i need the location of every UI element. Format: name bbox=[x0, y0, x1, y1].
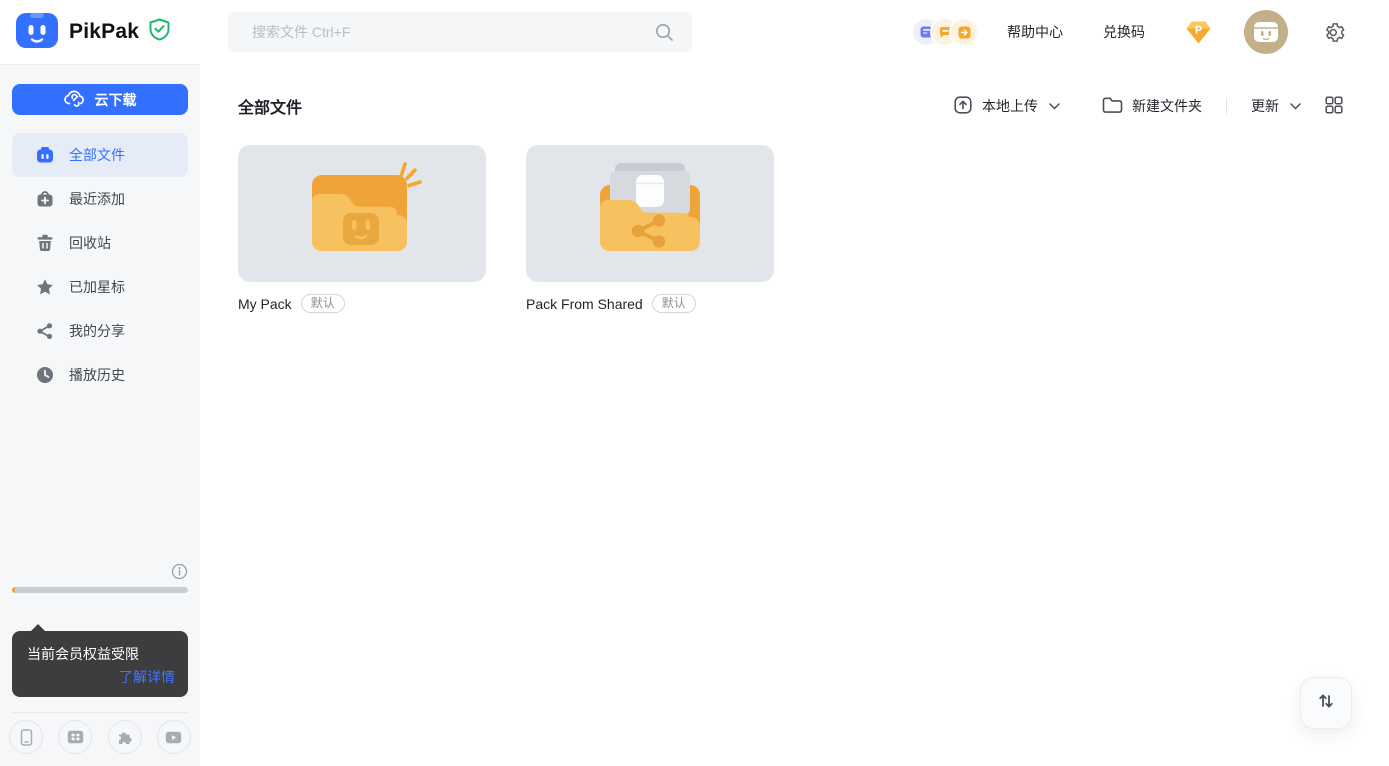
sort-arrows-icon bbox=[1315, 690, 1337, 717]
cloud-download-button[interactable]: 云下载 bbox=[12, 84, 188, 115]
storage-progress-fill bbox=[12, 587, 15, 593]
local-upload-label: 本地上传 bbox=[982, 96, 1038, 116]
update-label: 更新 bbox=[1251, 96, 1279, 116]
file-grid: My Pack 默认 bbox=[238, 145, 1389, 313]
sidebar-item-my-shares[interactable]: 我的分享 bbox=[12, 309, 188, 353]
quota-info-icon[interactable] bbox=[171, 563, 188, 585]
default-folder-icon bbox=[287, 155, 437, 272]
redeem-code-link[interactable]: 兑换码 bbox=[1103, 22, 1145, 42]
sidebar-item-label: 播放历史 bbox=[69, 365, 125, 385]
sidebar-item-label: 已加星标 bbox=[69, 277, 125, 297]
sidebar: 云下载 全部文件 最近添加 bbox=[0, 64, 200, 766]
toolbar: 本地上传 新建文件夹 更新 bbox=[953, 95, 1343, 118]
sidebar-item-label: 最近添加 bbox=[69, 189, 125, 209]
trash-icon bbox=[36, 234, 54, 252]
storage-progress-bar bbox=[12, 587, 188, 593]
cloud-download-label: 云下载 bbox=[95, 90, 137, 110]
brand-area[interactable]: PikPak bbox=[0, 8, 200, 57]
video-channel-icon[interactable] bbox=[157, 720, 191, 754]
sidebar-item-starred[interactable]: 已加星标 bbox=[12, 265, 188, 309]
sidebar-nav: 全部文件 最近添加 回收站 bbox=[0, 133, 200, 397]
sidebar-divider bbox=[12, 712, 188, 713]
default-badge: 默认 bbox=[652, 294, 696, 313]
sidebar-item-play-history[interactable]: 播放历史 bbox=[12, 353, 188, 397]
content-header: 全部文件 本地上传 bbox=[200, 64, 1389, 118]
sidebar-footer-icons bbox=[0, 720, 200, 754]
share-icon bbox=[36, 322, 54, 340]
search-input[interactable] bbox=[228, 12, 692, 52]
tooltip-title: 当前会员权益受限 bbox=[27, 644, 175, 664]
folder-thumbnail[interactable] bbox=[526, 145, 774, 282]
new-folder-label: 新建文件夹 bbox=[1132, 96, 1202, 116]
default-badge: 默认 bbox=[301, 294, 345, 313]
sidebar-item-label: 全部文件 bbox=[69, 145, 125, 165]
all-files-icon bbox=[36, 146, 54, 164]
file-meta: My Pack 默认 bbox=[238, 294, 486, 313]
cloud-link-icon bbox=[64, 90, 86, 110]
new-folder-button[interactable]: 新建文件夹 bbox=[1102, 96, 1202, 117]
svg-text:P: P bbox=[1195, 24, 1202, 36]
folder-thumbnail[interactable] bbox=[238, 145, 486, 282]
membership-tooltip: 当前会员权益受限 了解详情 bbox=[12, 631, 188, 697]
sidebar-item-recycle-bin[interactable]: 回收站 bbox=[12, 221, 188, 265]
search-icon bbox=[655, 23, 674, 47]
search-bar[interactable] bbox=[228, 12, 692, 52]
folder-icon bbox=[1102, 96, 1123, 117]
star-icon bbox=[36, 278, 54, 296]
top-header: PikPak 帮助中心 bbox=[0, 0, 1389, 64]
sidebar-item-label: 我的分享 bbox=[69, 321, 125, 341]
header-right: 帮助中心 兑换码 P bbox=[913, 10, 1389, 54]
grid-view-icon bbox=[1325, 96, 1343, 117]
toolbar-divider bbox=[1226, 98, 1227, 114]
chevron-down-icon bbox=[1049, 103, 1060, 110]
recently-added-icon bbox=[36, 190, 54, 208]
promo-icons[interactable] bbox=[913, 19, 977, 45]
sidebar-item-label: 回收站 bbox=[69, 233, 111, 253]
grid-view-toggle[interactable] bbox=[1325, 96, 1343, 117]
file-name[interactable]: Pack From Shared bbox=[526, 296, 643, 312]
brand-name: PikPak bbox=[69, 20, 139, 44]
chevron-down-icon bbox=[1290, 103, 1301, 110]
help-center-link[interactable]: 帮助中心 bbox=[1007, 22, 1063, 42]
history-clock-icon bbox=[36, 366, 54, 384]
file-card-pack-from-shared: Pack From Shared 默认 bbox=[526, 145, 774, 313]
file-card-my-pack: My Pack 默认 bbox=[238, 145, 486, 313]
sort-order-button[interactable] bbox=[1300, 677, 1352, 729]
file-name[interactable]: My Pack bbox=[238, 296, 292, 312]
premium-gem-badge[interactable]: P bbox=[1185, 20, 1212, 45]
pikpak-logo-icon bbox=[15, 8, 59, 57]
settings-gear-icon[interactable] bbox=[1322, 21, 1345, 44]
sidebar-item-recently-added[interactable]: 最近添加 bbox=[12, 177, 188, 221]
file-meta: Pack From Shared 默认 bbox=[526, 294, 774, 313]
browser-extension-icon[interactable] bbox=[108, 720, 142, 754]
tv-app-icon[interactable] bbox=[58, 720, 92, 754]
upload-icon bbox=[953, 95, 973, 118]
main-content: 全部文件 本地上传 bbox=[200, 64, 1389, 766]
mobile-app-icon[interactable] bbox=[9, 720, 43, 754]
shared-folder-icon bbox=[575, 155, 725, 272]
local-upload-button[interactable]: 本地上传 bbox=[953, 95, 1060, 118]
security-shield-icon bbox=[149, 18, 170, 46]
learn-more-link[interactable]: 了解详情 bbox=[119, 667, 175, 687]
user-avatar[interactable] bbox=[1244, 10, 1288, 54]
page-title: 全部文件 bbox=[238, 94, 302, 118]
sidebar-item-all-files[interactable]: 全部文件 bbox=[12, 133, 188, 177]
update-button[interactable]: 更新 bbox=[1251, 96, 1301, 116]
arrow-forward-icon bbox=[951, 19, 977, 45]
